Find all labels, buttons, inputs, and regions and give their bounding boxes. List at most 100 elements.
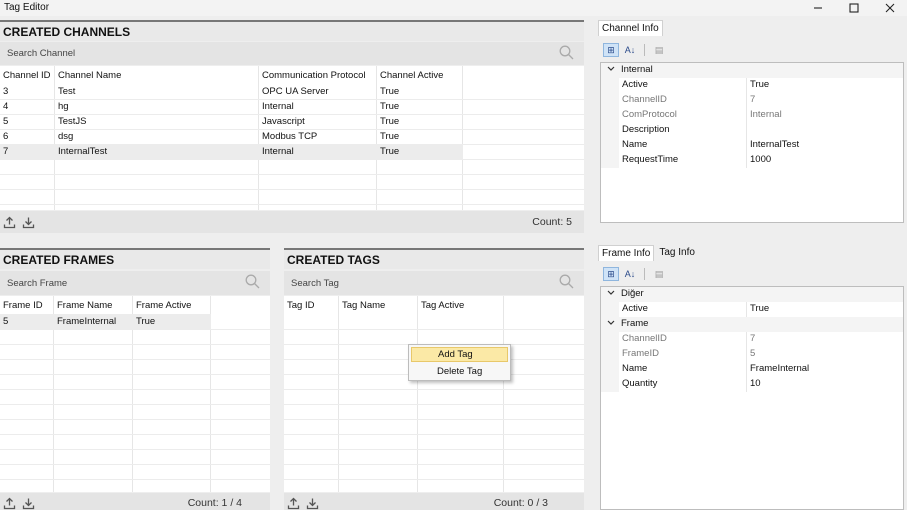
channel-search-bar[interactable]: Search Channel bbox=[0, 42, 584, 65]
property-row[interactable]: Quantity 10 bbox=[601, 377, 903, 392]
property-value[interactable]: Internal bbox=[750, 109, 782, 120]
minimize-button[interactable] bbox=[804, 0, 832, 16]
table-cell[interactable]: 7 bbox=[0, 144, 8, 159]
download-icon[interactable] bbox=[306, 497, 319, 510]
table-cell[interactable]: hg bbox=[55, 99, 69, 114]
chevron-down-icon[interactable] bbox=[607, 318, 615, 329]
property-value[interactable]: 7 bbox=[750, 94, 755, 105]
table-cell[interactable]: True bbox=[377, 84, 399, 99]
table-cell[interactable]: True bbox=[377, 114, 399, 129]
table-cell[interactable]: OPC UA Server bbox=[259, 84, 329, 99]
categorized-icon[interactable]: ⊞ bbox=[603, 267, 619, 281]
property-category[interactable]: Diğer bbox=[601, 287, 903, 302]
window-title: Tag Editor bbox=[4, 2, 50, 13]
table-cell[interactable]: Javascript bbox=[259, 114, 305, 129]
tab-frame-info[interactable]: Frame Info bbox=[598, 245, 655, 261]
tags-table[interactable]: Tag ID Tag Name Tag Active bbox=[284, 296, 584, 492]
close-button[interactable] bbox=[876, 0, 904, 16]
channels-header: CREATED CHANNELS bbox=[0, 20, 584, 41]
column-header[interactable]: Frame ID bbox=[0, 296, 43, 314]
download-icon[interactable] bbox=[22, 497, 35, 510]
property-row[interactable]: ComProtocol Internal bbox=[601, 108, 903, 123]
property-category[interactable]: Frame bbox=[601, 317, 903, 332]
property-value[interactable]: 5 bbox=[750, 348, 755, 359]
property-row[interactable]: ChannelID 7 bbox=[601, 93, 903, 108]
property-row[interactable]: Name InternalTest bbox=[601, 138, 903, 153]
property-value[interactable]: FrameInternal bbox=[750, 363, 809, 374]
table-cell[interactable]: Internal bbox=[259, 99, 294, 114]
upload-icon[interactable] bbox=[3, 216, 16, 229]
channels-header-text: CREATED CHANNELS bbox=[3, 24, 131, 39]
property-pages-icon[interactable]: ▤ bbox=[651, 267, 667, 281]
add-tag-menu-item[interactable]: Add Tag bbox=[411, 347, 508, 362]
tab-tag-info[interactable]: Tag Info bbox=[656, 245, 698, 261]
column-header[interactable]: Channel Active bbox=[377, 66, 443, 84]
property-name: ComProtocol bbox=[622, 109, 677, 120]
table-cell[interactable]: Internal bbox=[259, 144, 294, 159]
table-cell[interactable]: Test bbox=[55, 84, 75, 99]
property-value[interactable]: InternalTest bbox=[750, 139, 799, 150]
channel-property-grid[interactable]: Internal Active True ChannelID 7 ComProtocol I… bbox=[600, 62, 904, 223]
property-pages-icon[interactable]: ▤ bbox=[651, 43, 667, 57]
property-row[interactable]: Active True bbox=[601, 78, 903, 93]
table-cell[interactable]: dsg bbox=[55, 129, 73, 144]
column-header[interactable]: Frame Active bbox=[133, 296, 191, 314]
table-cell[interactable]: 5 bbox=[0, 114, 8, 129]
table-cell[interactable]: 6 bbox=[0, 129, 8, 144]
table-cell[interactable]: InternalTest bbox=[55, 144, 107, 159]
frame-info-toolbar: ⊞ A↓ ▤ bbox=[603, 267, 667, 281]
tab-channel-info[interactable]: Channel Info bbox=[598, 20, 663, 36]
property-value[interactable]: 1000 bbox=[750, 154, 771, 165]
upload-icon[interactable] bbox=[287, 497, 300, 510]
alphabetical-sort-icon[interactable]: A↓ bbox=[622, 267, 638, 281]
property-row[interactable]: RequestTime 1000 bbox=[601, 153, 903, 168]
chevron-down-icon[interactable] bbox=[607, 64, 615, 75]
column-header[interactable]: Channel ID bbox=[0, 66, 51, 84]
frame-search-input[interactable]: Search Frame bbox=[7, 278, 270, 289]
property-row[interactable]: Active True bbox=[601, 302, 903, 317]
table-cell[interactable]: 3 bbox=[0, 84, 8, 99]
column-header[interactable]: Tag Active bbox=[418, 296, 464, 314]
upload-icon[interactable] bbox=[3, 497, 16, 510]
tag-search-bar[interactable]: Search Tag bbox=[284, 271, 584, 295]
channel-search-input[interactable]: Search Channel bbox=[7, 48, 584, 59]
chevron-down-icon[interactable] bbox=[607, 288, 615, 299]
property-value[interactable]: 7 bbox=[750, 333, 755, 344]
search-icon[interactable] bbox=[559, 274, 574, 292]
categorized-icon[interactable]: ⊞ bbox=[603, 43, 619, 57]
table-cell[interactable]: True bbox=[133, 314, 155, 329]
column-header[interactable]: Channel Name bbox=[55, 66, 121, 84]
table-cell[interactable]: FrameInternal bbox=[54, 314, 116, 329]
property-value[interactable]: 10 bbox=[750, 378, 761, 389]
property-row[interactable]: Name FrameInternal bbox=[601, 362, 903, 377]
property-row[interactable]: Description bbox=[601, 123, 903, 138]
search-icon[interactable] bbox=[245, 274, 260, 292]
alphabetical-sort-icon[interactable]: A↓ bbox=[622, 43, 638, 57]
table-cell[interactable]: True bbox=[377, 144, 399, 159]
frame-search-bar[interactable]: Search Frame bbox=[0, 271, 270, 295]
column-header[interactable]: Tag Name bbox=[339, 296, 385, 314]
property-row[interactable]: FrameID 5 bbox=[601, 347, 903, 362]
table-cell[interactable]: 5 bbox=[0, 314, 8, 329]
column-header[interactable]: Communication Protocol bbox=[259, 66, 366, 84]
column-header[interactable]: Frame Name bbox=[54, 296, 112, 314]
table-cell[interactable]: Modbus TCP bbox=[259, 129, 317, 144]
delete-tag-menu-item[interactable]: Delete Tag bbox=[411, 364, 508, 379]
frames-header-text: CREATED FRAMES bbox=[3, 252, 115, 267]
property-category[interactable]: Internal bbox=[601, 63, 903, 78]
column-header[interactable]: Tag ID bbox=[284, 296, 314, 314]
frames-table[interactable]: Frame ID Frame Name Frame Active 5 FrameInte… bbox=[0, 296, 270, 492]
maximize-button[interactable] bbox=[840, 0, 868, 16]
property-row[interactable]: ChannelID 7 bbox=[601, 332, 903, 347]
table-cell[interactable]: True bbox=[377, 99, 399, 114]
tag-search-input[interactable]: Search Tag bbox=[291, 278, 584, 289]
channels-table[interactable]: Channel ID Channel Name Communication Prot… bbox=[0, 66, 584, 210]
table-cell[interactable]: 4 bbox=[0, 99, 8, 114]
property-value[interactable]: True bbox=[750, 303, 769, 314]
property-value[interactable]: True bbox=[750, 79, 769, 90]
download-icon[interactable] bbox=[22, 216, 35, 229]
frame-property-grid[interactable]: Diğer Active True Frame ChannelID 7 FrameID 5 Na… bbox=[600, 286, 904, 510]
table-cell[interactable]: True bbox=[377, 129, 399, 144]
table-cell[interactable]: TestJS bbox=[55, 114, 87, 129]
search-icon[interactable] bbox=[559, 45, 574, 63]
